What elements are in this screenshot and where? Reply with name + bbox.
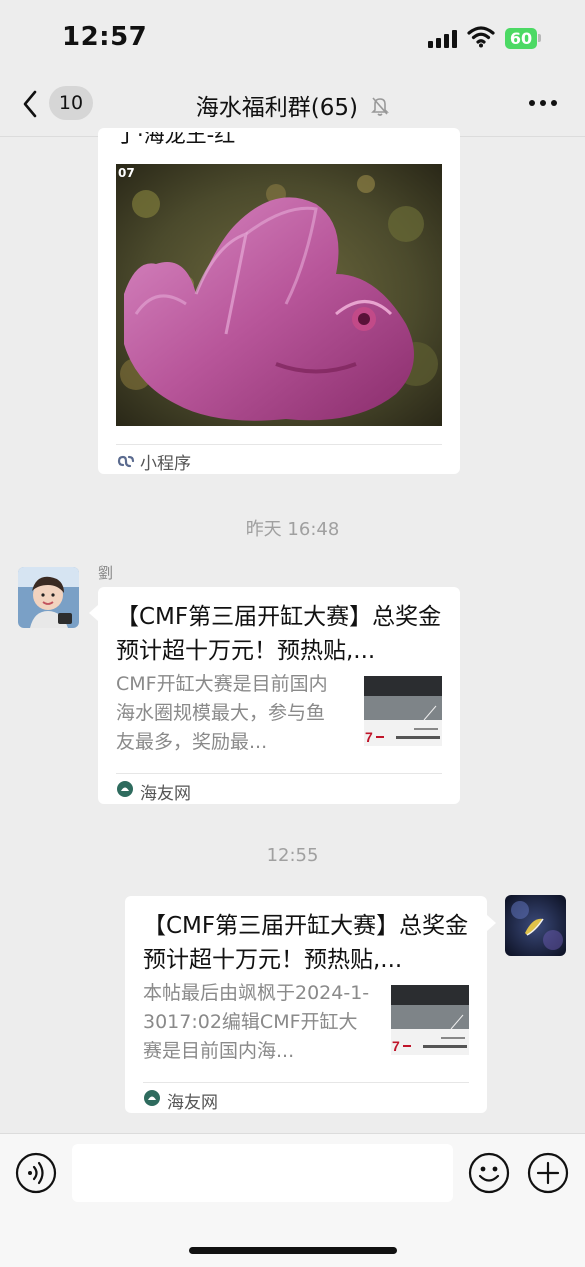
- plus-icon[interactable]: [527, 1152, 569, 1198]
- message-input[interactable]: [72, 1144, 453, 1202]
- article-thumbnail: 7: [391, 985, 469, 1055]
- article-source: 海友网: [167, 1093, 218, 1113]
- svg-text:7: 7: [365, 729, 373, 745]
- home-indicator: [189, 1247, 397, 1254]
- chat-title-bar: 海水福利群(65): [0, 88, 585, 122]
- status-time: 12:57: [62, 22, 148, 52]
- avatar[interactable]: [505, 895, 566, 956]
- haiyou-logo-icon: [143, 1089, 161, 1111]
- article-description: CMF开缸大赛是目前国内海水圈规模最大，参与鱼友最多，奖励最...: [116, 673, 328, 753]
- image-number-label: 07: [118, 166, 135, 180]
- emoji-icon[interactable]: [468, 1152, 510, 1198]
- article-source: 海友网: [140, 784, 191, 804]
- chat-title[interactable]: 海水福利群(65): [196, 95, 358, 121]
- article-title: 【CMF第三届开缸大赛】总奖金预计超十万元！预热贴,...: [116, 604, 442, 664]
- message-timestamp: 12:55: [266, 845, 319, 866]
- more-icon[interactable]: [529, 100, 559, 108]
- card-divider: [116, 773, 442, 774]
- mini-program-icon: [116, 451, 136, 475]
- sender-name: 劉: [98, 564, 114, 582]
- battery-tip: [538, 34, 541, 42]
- article-title: 【CMF第三届开缸大赛】总奖金预计超十万元！预热贴,...: [143, 913, 469, 973]
- message-timestamp: 昨天 16:48: [245, 519, 340, 540]
- mute-bell-icon: [371, 96, 390, 122]
- bubble-tail: [487, 915, 496, 931]
- mini-program-image[interactable]: 07: [116, 164, 442, 426]
- mini-program-label: 小程序: [140, 454, 191, 474]
- card-divider: [116, 444, 442, 445]
- voice-icon[interactable]: [15, 1152, 57, 1198]
- wifi-icon: [467, 26, 495, 48]
- article-description: 本帖最后由飒枫于2024-1-3017:02编辑CMF开缸大赛是目前国内海...: [143, 982, 370, 1062]
- card-divider: [143, 1082, 469, 1083]
- bubble-tail: [89, 605, 98, 621]
- article-thumbnail: 7: [364, 676, 442, 746]
- battery-indicator: 60: [505, 28, 537, 49]
- cellular-signal-icon: [428, 30, 458, 48]
- haiyou-logo-icon: [116, 780, 134, 802]
- avatar[interactable]: [18, 567, 79, 628]
- svg-text:7: 7: [392, 1038, 400, 1054]
